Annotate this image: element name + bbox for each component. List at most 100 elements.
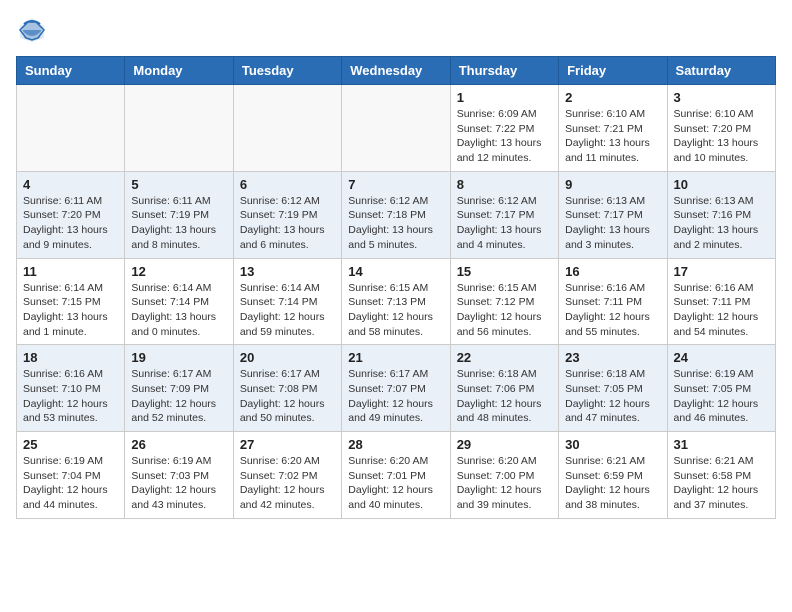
day-cell: 8 Sunrise: 6:12 AMSunset: 7:17 PMDaylight… bbox=[450, 171, 558, 258]
day-cell bbox=[125, 85, 233, 172]
day-number: 13 bbox=[240, 264, 335, 279]
day-cell: 10Sunrise: 6:13 AMSunset: 7:16 PMDayligh… bbox=[667, 171, 775, 258]
day-info: Sunrise: 6:20 AMSunset: 7:00 PMDaylight:… bbox=[457, 454, 552, 513]
day-info: Sunrise: 6:12 AMSunset: 7:17 PMDaylight:… bbox=[457, 194, 552, 253]
day-number: 6 bbox=[240, 177, 335, 192]
day-cell: 22 Sunrise: 6:18 AMSunset: 7:06 PMDayligh… bbox=[450, 345, 558, 432]
day-cell: 16 Sunrise: 6:16 AMSunset: 7:11 PMDayligh… bbox=[559, 258, 667, 345]
day-info: Sunrise: 6:09 AMSunset: 7:22 PMDaylight:… bbox=[457, 107, 552, 166]
logo bbox=[16, 16, 52, 44]
calendar-table: SundayMondayTuesdayWednesdayThursdayFrid… bbox=[16, 56, 776, 519]
day-info: Sunrise: 6:18 AMSunset: 7:05 PMDaylight:… bbox=[565, 367, 660, 426]
day-number: 1 bbox=[457, 90, 552, 105]
day-number: 24 bbox=[674, 350, 769, 365]
week-row-3: 11 Sunrise: 6:14 AMSunset: 7:15 PMDayligh… bbox=[17, 258, 776, 345]
day-number: 11 bbox=[23, 264, 118, 279]
day-number: 21 bbox=[348, 350, 443, 365]
day-cell: 12 Sunrise: 6:14 AMSunset: 7:14 PMDayligh… bbox=[125, 258, 233, 345]
week-row-4: 18 Sunrise: 6:16 AMSunset: 7:10 PMDayligh… bbox=[17, 345, 776, 432]
weekday-header-friday: Friday bbox=[559, 57, 667, 85]
day-number: 15 bbox=[457, 264, 552, 279]
weekday-header-wednesday: Wednesday bbox=[342, 57, 450, 85]
day-info: Sunrise: 6:11 AMSunset: 7:20 PMDaylight:… bbox=[23, 194, 118, 253]
day-number: 17 bbox=[674, 264, 769, 279]
day-cell: 3Sunrise: 6:10 AMSunset: 7:20 PMDaylight… bbox=[667, 85, 775, 172]
day-info: Sunrise: 6:19 AMSunset: 7:05 PMDaylight:… bbox=[674, 367, 769, 426]
day-cell: 7 Sunrise: 6:12 AMSunset: 7:18 PMDaylight… bbox=[342, 171, 450, 258]
day-info: Sunrise: 6:15 AMSunset: 7:13 PMDaylight:… bbox=[348, 281, 443, 340]
day-number: 28 bbox=[348, 437, 443, 452]
weekday-header-tuesday: Tuesday bbox=[233, 57, 341, 85]
page-header bbox=[16, 16, 776, 44]
day-number: 20 bbox=[240, 350, 335, 365]
day-info: Sunrise: 6:20 AMSunset: 7:02 PMDaylight:… bbox=[240, 454, 335, 513]
day-cell: 31 Sunrise: 6:21 AMSunset: 6:58 PMDayligh… bbox=[667, 432, 775, 519]
day-cell: 17 Sunrise: 6:16 AMSunset: 7:11 PMDayligh… bbox=[667, 258, 775, 345]
day-number: 31 bbox=[674, 437, 769, 452]
day-number: 8 bbox=[457, 177, 552, 192]
day-info: Sunrise: 6:11 AMSunset: 7:19 PMDaylight:… bbox=[131, 194, 226, 253]
day-info: Sunrise: 6:10 AMSunset: 7:21 PMDaylight:… bbox=[565, 107, 660, 166]
day-cell: 19 Sunrise: 6:17 AMSunset: 7:09 PMDayligh… bbox=[125, 345, 233, 432]
day-number: 9 bbox=[565, 177, 660, 192]
day-info: Sunrise: 6:12 AMSunset: 7:18 PMDaylight:… bbox=[348, 194, 443, 253]
day-cell: 27Sunrise: 6:20 AMSunset: 7:02 PMDayligh… bbox=[233, 432, 341, 519]
day-info: Sunrise: 6:16 AMSunset: 7:11 PMDaylight:… bbox=[674, 281, 769, 340]
day-number: 12 bbox=[131, 264, 226, 279]
week-row-2: 4 Sunrise: 6:11 AMSunset: 7:20 PMDaylight… bbox=[17, 171, 776, 258]
weekday-header-saturday: Saturday bbox=[667, 57, 775, 85]
day-info: Sunrise: 6:12 AMSunset: 7:19 PMDaylight:… bbox=[240, 194, 335, 253]
weekday-header-row: SundayMondayTuesdayWednesdayThursdayFrid… bbox=[17, 57, 776, 85]
day-number: 18 bbox=[23, 350, 118, 365]
day-cell: 24 Sunrise: 6:19 AMSunset: 7:05 PMDayligh… bbox=[667, 345, 775, 432]
day-cell: 5 Sunrise: 6:11 AMSunset: 7:19 PMDaylight… bbox=[125, 171, 233, 258]
day-info: Sunrise: 6:16 AMSunset: 7:10 PMDaylight:… bbox=[23, 367, 118, 426]
day-number: 4 bbox=[23, 177, 118, 192]
day-number: 10 bbox=[674, 177, 769, 192]
logo-icon bbox=[16, 16, 48, 44]
day-cell: 21Sunrise: 6:17 AMSunset: 7:07 PMDayligh… bbox=[342, 345, 450, 432]
weekday-header-thursday: Thursday bbox=[450, 57, 558, 85]
day-cell: 1 Sunrise: 6:09 AMSunset: 7:22 PMDaylight… bbox=[450, 85, 558, 172]
day-cell: 2 Sunrise: 6:10 AMSunset: 7:21 PMDaylight… bbox=[559, 85, 667, 172]
day-number: 7 bbox=[348, 177, 443, 192]
day-info: Sunrise: 6:20 AMSunset: 7:01 PMDaylight:… bbox=[348, 454, 443, 513]
day-cell: 9 Sunrise: 6:13 AMSunset: 7:17 PMDaylight… bbox=[559, 171, 667, 258]
day-cell bbox=[342, 85, 450, 172]
day-cell: 25 Sunrise: 6:19 AMSunset: 7:04 PMDayligh… bbox=[17, 432, 125, 519]
day-info: Sunrise: 6:10 AMSunset: 7:20 PMDaylight:… bbox=[674, 107, 769, 166]
day-cell: 15 Sunrise: 6:15 AMSunset: 7:12 PMDayligh… bbox=[450, 258, 558, 345]
day-number: 19 bbox=[131, 350, 226, 365]
day-cell: 23 Sunrise: 6:18 AMSunset: 7:05 PMDayligh… bbox=[559, 345, 667, 432]
day-info: Sunrise: 6:13 AMSunset: 7:17 PMDaylight:… bbox=[565, 194, 660, 253]
day-cell: 18 Sunrise: 6:16 AMSunset: 7:10 PMDayligh… bbox=[17, 345, 125, 432]
day-cell: 26Sunrise: 6:19 AMSunset: 7:03 PMDayligh… bbox=[125, 432, 233, 519]
day-info: Sunrise: 6:21 AMSunset: 6:58 PMDaylight:… bbox=[674, 454, 769, 513]
day-number: 5 bbox=[131, 177, 226, 192]
day-info: Sunrise: 6:15 AMSunset: 7:12 PMDaylight:… bbox=[457, 281, 552, 340]
day-cell bbox=[17, 85, 125, 172]
day-info: Sunrise: 6:14 AMSunset: 7:14 PMDaylight:… bbox=[131, 281, 226, 340]
day-cell: 6 Sunrise: 6:12 AMSunset: 7:19 PMDaylight… bbox=[233, 171, 341, 258]
weekday-header-sunday: Sunday bbox=[17, 57, 125, 85]
day-number: 22 bbox=[457, 350, 552, 365]
day-number: 16 bbox=[565, 264, 660, 279]
day-number: 23 bbox=[565, 350, 660, 365]
day-info: Sunrise: 6:18 AMSunset: 7:06 PMDaylight:… bbox=[457, 367, 552, 426]
week-row-1: 1 Sunrise: 6:09 AMSunset: 7:22 PMDaylight… bbox=[17, 85, 776, 172]
day-cell: 30 Sunrise: 6:21 AMSunset: 6:59 PMDayligh… bbox=[559, 432, 667, 519]
day-info: Sunrise: 6:16 AMSunset: 7:11 PMDaylight:… bbox=[565, 281, 660, 340]
day-cell bbox=[233, 85, 341, 172]
day-number: 25 bbox=[23, 437, 118, 452]
day-cell: 14Sunrise: 6:15 AMSunset: 7:13 PMDayligh… bbox=[342, 258, 450, 345]
day-number: 30 bbox=[565, 437, 660, 452]
day-info: Sunrise: 6:14 AMSunset: 7:14 PMDaylight:… bbox=[240, 281, 335, 340]
day-number: 2 bbox=[565, 90, 660, 105]
day-info: Sunrise: 6:17 AMSunset: 7:09 PMDaylight:… bbox=[131, 367, 226, 426]
day-info: Sunrise: 6:19 AMSunset: 7:04 PMDaylight:… bbox=[23, 454, 118, 513]
day-info: Sunrise: 6:21 AMSunset: 6:59 PMDaylight:… bbox=[565, 454, 660, 513]
day-cell: 20Sunrise: 6:17 AMSunset: 7:08 PMDayligh… bbox=[233, 345, 341, 432]
day-cell: 13 Sunrise: 6:14 AMSunset: 7:14 PMDayligh… bbox=[233, 258, 341, 345]
day-info: Sunrise: 6:14 AMSunset: 7:15 PMDaylight:… bbox=[23, 281, 118, 340]
day-number: 29 bbox=[457, 437, 552, 452]
